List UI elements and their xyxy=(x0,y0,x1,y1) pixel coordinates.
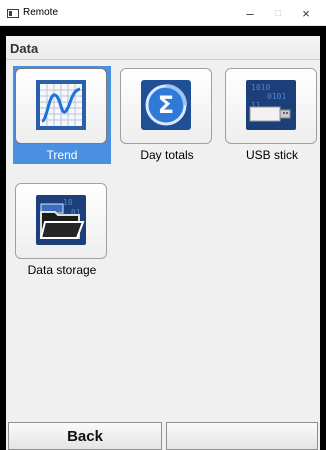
maximize-button[interactable]: □ xyxy=(264,0,292,26)
tile-day-totals-label: Day totals xyxy=(140,148,194,162)
tile-trend[interactable]: Trend xyxy=(13,66,111,164)
tile-usb-stick-frame: 10100101 1101 xyxy=(225,68,317,144)
folder-icon: 1001 xyxy=(36,195,86,245)
softkey-bar: Back xyxy=(6,420,320,450)
svg-text:0101: 0101 xyxy=(267,92,286,101)
minimize-button[interactable]: – xyxy=(236,0,264,26)
tile-data-storage-frame: 10 01 xyxy=(15,183,107,259)
trend-chart-icon xyxy=(36,80,86,130)
app-window-icon xyxy=(7,9,19,18)
tile-day-totals-frame: Σ xyxy=(120,68,212,144)
tile-trend-frame xyxy=(15,68,107,144)
tile-usb-stick-label: USB stick xyxy=(245,148,298,162)
section-title: Data xyxy=(10,41,39,56)
main-panel: Data Trend Σ Day totals 1010 0101 11 USB… xyxy=(6,36,320,450)
close-button[interactable]: × xyxy=(292,0,320,26)
window-titlebar: Remote – □ × xyxy=(0,0,326,26)
tile-day-totals[interactable]: Σ Day totals xyxy=(118,66,216,164)
tile-data-storage[interactable]: 10 01 Data storage xyxy=(13,181,111,279)
usb-stick-icon: 10100101 1101 xyxy=(246,80,296,130)
svg-text:10: 10 xyxy=(63,198,73,207)
tile-usb-stick[interactable]: 10100101 1101 USB stick xyxy=(223,66,321,164)
section-header: Data xyxy=(6,36,320,60)
back-button[interactable]: Back xyxy=(8,422,162,450)
svg-text:Σ: Σ xyxy=(158,91,174,119)
tile-trend-label: Trend xyxy=(46,148,78,162)
window-title: Remote xyxy=(23,7,59,18)
tile-data-storage-label: Data storage xyxy=(27,263,97,277)
sigma-icon: Σ xyxy=(141,80,191,130)
svg-text:1010: 1010 xyxy=(251,83,270,92)
right-softkey-button[interactable] xyxy=(166,422,318,450)
